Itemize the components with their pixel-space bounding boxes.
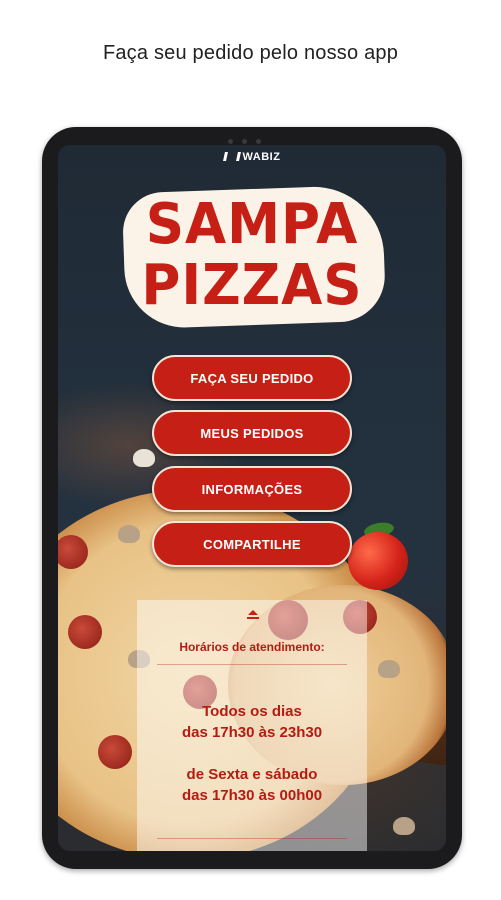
wabiz-mark-icon — [222, 152, 241, 161]
tablet-frame: WABIZ SAMPA PIZZAS FAÇA SEU PEDIDO MEUS … — [42, 127, 462, 869]
pepperoni-image — [68, 615, 102, 649]
mushroom-image — [393, 817, 415, 835]
share-button[interactable]: COMPARTILHE — [152, 521, 352, 567]
tomato-image — [348, 532, 408, 590]
schedule-hours: das 17h30 às 23h30 — [181, 724, 323, 741]
order-button[interactable]: FAÇA SEU PEDIDO — [152, 355, 352, 401]
wabiz-logo: WABIZ — [58, 151, 446, 163]
pepperoni-image — [98, 735, 132, 769]
mushroom-image — [133, 449, 155, 467]
camera-dots — [228, 131, 276, 144]
information-button[interactable]: INFORMAÇÕES — [152, 466, 352, 512]
divider — [157, 664, 347, 665]
divider — [157, 838, 347, 839]
app-screen: WABIZ SAMPA PIZZAS FAÇA SEU PEDIDO MEUS … — [58, 145, 446, 851]
schedule-hours: das 17h30 às 00h00 — [181, 787, 323, 804]
schedule-days: Todos os dias — [202, 703, 302, 720]
restaurant-logo-line1: SAMPA — [145, 192, 359, 257]
schedule-days: de Sexta e sábado — [186, 766, 318, 783]
opening-hours-title: Horários de atendimento: — [179, 640, 325, 654]
my-orders-button[interactable]: MEUS PEDIDOS — [152, 410, 352, 456]
opening-hours-panel: Horários de atendimento: Todos os dias d… — [137, 600, 367, 851]
mushroom-image — [118, 525, 140, 543]
mushroom-image — [378, 660, 400, 678]
restaurant-logo-line2: PIZZAS — [141, 253, 363, 318]
collapse-panel-icon[interactable] — [245, 610, 261, 624]
store-caption: Faça seu pedido pelo nosso app — [102, 42, 399, 64]
wabiz-label: WABIZ — [242, 151, 281, 163]
